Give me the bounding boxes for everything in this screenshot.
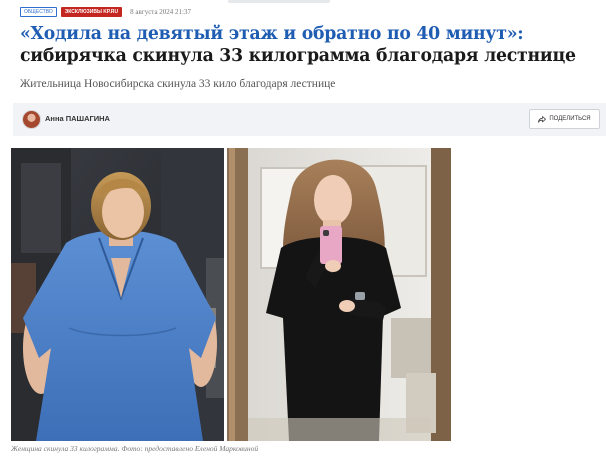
- photo-caption: Женщина скинула 33 килограмма. Фото: пре…: [11, 444, 259, 453]
- top-divider: [228, 0, 330, 3]
- headline-quote: «Ходила на девятый этаж и обратно по 40 …: [20, 24, 524, 44]
- article-photo[interactable]: [11, 148, 451, 441]
- share-arrow-icon: [538, 115, 547, 123]
- headline-main: сибирячка скинула 33 килограмма благодар…: [20, 46, 576, 66]
- exclusive-tag[interactable]: Эксклюзивы KP.RU: [60, 7, 123, 17]
- author-name[interactable]: Анна ПАШАГИНА: [45, 114, 110, 123]
- share-button[interactable]: Поделиться: [529, 109, 600, 129]
- share-label: Поделиться: [549, 116, 591, 122]
- article-subtitle: Жительница Новосибирска скинула 33 кило …: [20, 78, 336, 90]
- article-meta: Общество Эксклюзивы KP.RU 8 августа 2024…: [20, 6, 191, 18]
- category-tag[interactable]: Общество: [20, 7, 57, 17]
- publish-date: 8 августа 2024 21:37: [130, 8, 191, 16]
- article-headline: «Ходила на девятый этаж и обратно по 40 …: [20, 23, 590, 67]
- before-after-photo: [11, 148, 451, 441]
- author-bar: Анна ПАШАГИНА Поделиться: [13, 103, 606, 136]
- author-avatar[interactable]: [22, 110, 41, 129]
